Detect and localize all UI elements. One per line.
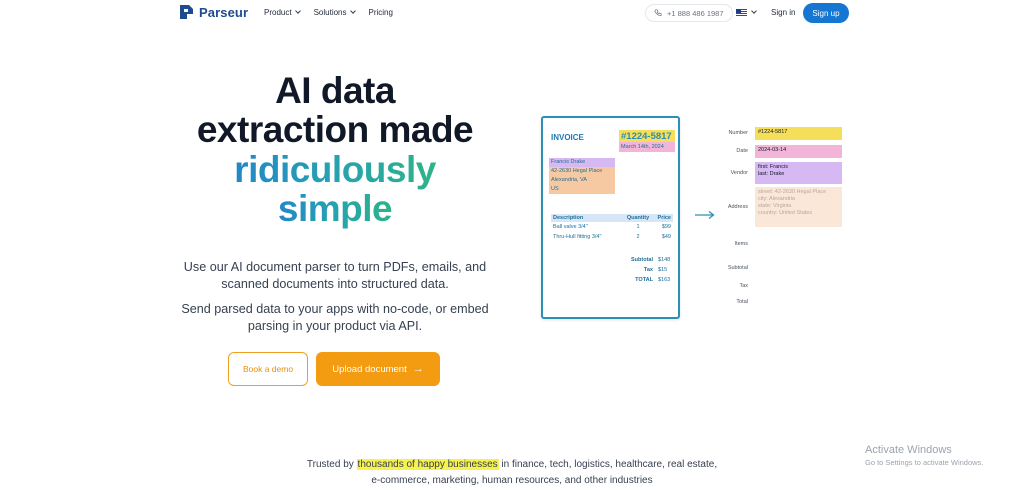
invoice-address-line: Alexandria, VA	[549, 176, 615, 185]
language-selector[interactable]	[736, 8, 757, 16]
hero-title-line1: AI data	[275, 70, 395, 111]
column-description: Description	[553, 215, 584, 221]
sign-up-button[interactable]: Sign up	[803, 3, 849, 23]
us-flag-icon	[736, 9, 747, 16]
item-price: $99	[661, 224, 671, 230]
chevron-down-icon	[294, 8, 301, 14]
nav-solutions-label: Solutions	[313, 8, 347, 17]
field-label-vendor: Vendor	[730, 170, 748, 176]
vendor-last: last: Drake	[758, 171, 785, 177]
total-row: TOTAL $163	[605, 277, 673, 283]
upload-document-label: Upload document	[332, 363, 407, 375]
subtotal-row: Subtotal $148	[605, 257, 673, 263]
item-quantity: 1	[636, 224, 640, 230]
nav-pricing[interactable]: Pricing	[369, 8, 393, 17]
item-price: $49	[661, 234, 671, 240]
site-header: Parseur Product Solutions Pricing +1 888…	[0, 0, 1024, 28]
address-city: city: Alexandria	[758, 196, 795, 202]
book-demo-button[interactable]: Book a demo	[228, 352, 308, 386]
phone-number: +1 888 486 1987	[667, 8, 724, 18]
item-quantity: 2	[636, 234, 640, 240]
field-label-number: Number	[728, 130, 748, 136]
book-demo-label: Book a demo	[242, 364, 294, 374]
chevron-down-icon	[349, 8, 356, 14]
tax-value: $15	[658, 267, 668, 273]
parseur-logo-icon	[180, 5, 193, 19]
sign-in-link[interactable]: Sign in	[771, 8, 795, 17]
column-price: Price	[657, 215, 671, 221]
watermark-subtitle: Go to Settings to activate Windows.	[865, 458, 984, 467]
item-description: Thru-Hull fitting 3/4"	[553, 234, 602, 240]
chevron-down-icon	[751, 8, 757, 14]
invoice-address-line: 42-2630 Hegal Place	[549, 167, 615, 176]
nav-pricing-label: Pricing	[368, 8, 393, 17]
field-label-items: Items	[734, 241, 748, 247]
trusted-by-text: Trusted by thousands of happy businesses…	[300, 457, 724, 489]
invoice-title: INVOICE	[551, 133, 584, 142]
page: Parseur Product Solutions Pricing +1 888…	[0, 0, 1024, 490]
main-nav: Product Solutions Pricing	[264, 8, 393, 17]
field-value-address: street: 42-2630 Hegal Place city: Alexan…	[755, 187, 842, 227]
field-label-address: Address	[727, 204, 748, 210]
invoice-date: March 14th, 2024	[619, 142, 675, 152]
field-value-vendor: first: Francis last: Drake	[755, 162, 842, 184]
invoice-item-row: Thru-Hull fitting 3/4" 2 $49	[551, 232, 673, 242]
trusted-prefix: Trusted by	[306, 459, 357, 470]
tax-label: Tax	[643, 267, 653, 273]
invoice-address-name: Francis Drake	[549, 158, 615, 167]
field-label-date: Date	[736, 148, 748, 154]
address-state: state: Virginia	[758, 203, 792, 209]
arrow-right-icon: →	[412, 363, 424, 375]
field-label-tax: Tax	[739, 283, 748, 289]
subtotal-label: Subtotal	[631, 257, 653, 263]
trusted-highlight: thousands of happy businesses	[356, 459, 499, 470]
hero-title-line2: extraction made	[196, 109, 474, 150]
invoice-table-header: Description Quantity Price	[551, 214, 673, 222]
trusted-suffix: in finance, tech, logistics, healthcare,…	[498, 459, 718, 470]
address-street: street: 42-2630 Hegal Place	[758, 189, 827, 195]
total-value: $163	[658, 277, 671, 283]
hero-title-line3: ridiculously	[234, 149, 436, 190]
logo[interactable]: Parseur	[178, 4, 248, 20]
hero-title-line4: simple	[277, 188, 393, 229]
field-label-total: Total	[736, 299, 748, 305]
watermark-title: Activate Windows	[865, 444, 952, 456]
trusted-line2: e-commerce, marketing, human resources, …	[371, 475, 653, 486]
invoice-totals: Subtotal $148 Tax $15 TOTAL $163	[605, 257, 673, 287]
hero-subtitle: Use our AI document parser to turn PDFs,…	[183, 260, 487, 291]
brand-name: Parseur	[199, 4, 249, 20]
field-value-number: #1224-5817	[755, 127, 842, 140]
arrow-right-icon	[695, 210, 715, 220]
hero-subtitle-secondary: Send parsed data to your apps with no-co…	[181, 302, 489, 333]
tax-row: Tax $15	[605, 267, 673, 273]
item-description: Ball valve 3/4"	[553, 224, 588, 230]
total-label: TOTAL	[635, 277, 653, 283]
invoice-illustration: INVOICE #1224-5817 March 14th, 2024 Fran…	[541, 116, 680, 319]
phone-icon	[654, 9, 662, 16]
nav-product[interactable]: Product	[264, 8, 301, 17]
upload-document-button[interactable]: Upload document →	[316, 352, 440, 386]
subtotal-value: $148	[658, 257, 671, 263]
invoice-items-table: Description Quantity Price Ball valve 3/…	[551, 214, 673, 242]
phone-link[interactable]: +1 888 486 1987	[645, 4, 733, 22]
invoice-item-row: Ball valve 3/4" 1 $99	[551, 222, 673, 232]
column-quantity: Quantity	[626, 215, 650, 221]
field-value-date: 2024-03-14	[755, 145, 842, 158]
invoice-address: Francis Drake 42-2630 Hegal Place Alexan…	[549, 158, 615, 194]
windows-activation-watermark: Activate Windows Go to Settings to activ…	[865, 444, 983, 467]
nav-product-label: Product	[264, 8, 292, 17]
trusted-line1: Trusted by thousands of happy businesses…	[300, 457, 724, 473]
nav-solutions[interactable]: Solutions	[313, 8, 356, 17]
field-label-subtotal: Subtotal	[727, 265, 748, 271]
invoice-address-line: US	[549, 185, 615, 194]
address-country: country: United States	[758, 210, 813, 216]
vendor-first: first: Francis	[758, 164, 788, 170]
